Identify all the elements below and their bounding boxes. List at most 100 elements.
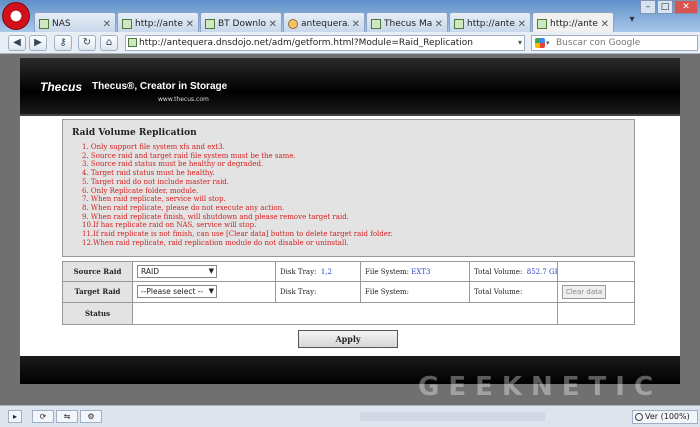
source-total-volume: Total Volume: 852.7 GB	[469, 261, 560, 282]
file-system-label: File System:	[365, 288, 409, 296]
source-raid-row: Source Raid RAID ▼ Disk Tray: 1,2 File S…	[62, 261, 635, 282]
source-raid-select[interactable]: RAID ▼	[137, 265, 217, 278]
total-volume-label: Total Volume:	[474, 288, 523, 296]
thecus-header: Thecus Thecus®, Creator in Storage www.t…	[20, 58, 680, 116]
tab-bt-download[interactable]: BT Download ✕	[200, 12, 282, 32]
reload-icon[interactable]: ↻	[78, 35, 96, 51]
rule-item: 3. Source raid status must be healthy or…	[82, 160, 264, 169]
page-icon	[205, 19, 215, 29]
torrent-icon	[288, 19, 298, 29]
status-row: Status	[62, 302, 635, 325]
browser-titlebar: NAS ✕ http://anteq... ✕ BT Download ✕ an…	[0, 0, 700, 32]
page-title: Raid Volume Replication	[72, 128, 197, 138]
target-raid-label: Target Raid	[62, 281, 133, 303]
google-icon[interactable]	[535, 38, 545, 48]
tab-antequera-active[interactable]: http://anteq... ✕	[532, 12, 614, 32]
close-tab-icon[interactable]: ✕	[352, 19, 360, 30]
rule-item: 6. Only Replicate folder, module.	[82, 186, 199, 195]
status-message	[360, 412, 545, 421]
close-tab-icon[interactable]: ✕	[518, 19, 526, 30]
close-window-icon[interactable]: ✕	[674, 0, 698, 14]
target-disk-tray: Disk Tray:	[275, 281, 361, 303]
chevron-down-icon: ▼	[208, 267, 214, 275]
rule-item: 9. When raid replicate finish, will shut…	[82, 212, 349, 221]
forward-icon[interactable]: ▶	[29, 35, 47, 51]
source-raid-cell: RAID ▼	[132, 261, 276, 282]
page-icon	[128, 38, 137, 47]
source-file-system: File System: EXT3	[360, 261, 470, 282]
page-icon	[454, 19, 464, 29]
chevron-down-icon[interactable]: ▾	[546, 36, 550, 50]
tab-nas[interactable]: NAS ✕	[34, 12, 116, 32]
address-text: http://antequera.dnsdojo.net/adm/getform…	[139, 38, 474, 48]
page-icon	[122, 19, 132, 29]
address-input[interactable]: http://antequera.dnsdojo.net/adm/getform…	[125, 35, 525, 51]
disk-tray-label: Disk Tray:	[280, 268, 317, 276]
thecus-url: www.thecus.com	[158, 96, 209, 103]
total-volume-label: Total Volume:	[474, 268, 523, 276]
rule-item: 5. Target raid do not include master rai…	[82, 177, 230, 186]
key-icon[interactable]: ⚷	[54, 35, 72, 51]
panel-toggle-icon[interactable]: ▸	[8, 410, 22, 423]
thecus-tagline: Thecus®, Creator in Storage	[92, 81, 228, 92]
tab-label: http://anteq...	[550, 19, 598, 29]
source-raid-value: RAID	[141, 267, 160, 276]
page-icon	[371, 19, 381, 29]
file-system-value: EXT3	[411, 268, 431, 276]
disk-tray-value: 1,2	[320, 268, 333, 276]
close-tab-icon[interactable]: ✕	[186, 19, 194, 30]
status-empty-cell	[557, 302, 635, 325]
close-tab-icon[interactable]: ✕	[103, 19, 111, 30]
thecus-logo: Thecus	[40, 80, 83, 94]
apply-button[interactable]: Apply	[298, 330, 398, 348]
tab-label: NAS	[52, 19, 71, 29]
unite-icon[interactable]: ⟳	[32, 410, 54, 423]
target-raid-cell: --Please select -- ▼	[132, 281, 276, 303]
search-input[interactable]: ▾ Buscar con Google	[531, 35, 698, 51]
target-file-system: File System:	[360, 281, 470, 303]
status-label: Status	[62, 302, 133, 325]
tab-label: http://anteq...	[135, 19, 183, 29]
rule-item: 4. Target raid status must be healthy.	[82, 169, 215, 178]
target-raid-select[interactable]: --Please select -- ▼	[137, 285, 217, 298]
chevron-down-icon: ▼	[208, 287, 214, 295]
close-tab-icon[interactable]: ✕	[601, 19, 609, 30]
zoom-icon	[635, 413, 643, 421]
tab-menu-icon[interactable]: ▾	[624, 14, 640, 30]
maximize-icon[interactable]: □	[657, 0, 673, 14]
clear-data-button[interactable]: Clear data	[562, 285, 606, 299]
close-tab-icon[interactable]: ✕	[435, 19, 443, 30]
web-page: Thecus Thecus®, Creator in Storage www.t…	[0, 54, 700, 404]
rule-item: 8. When raid replicate, please do not ex…	[82, 203, 285, 212]
total-volume-value: 852.7 GB	[526, 268, 560, 276]
page-icon	[537, 19, 547, 29]
rule-item: 12.When raid replicate, raid replication…	[82, 238, 349, 247]
target-raid-value: --Please select --	[141, 287, 204, 296]
rule-item: 10.If has replicate raid on NAS, service…	[82, 221, 257, 230]
tab-label: BT Download	[218, 19, 266, 29]
minimize-icon[interactable]: –	[640, 0, 656, 14]
status-value-cell	[132, 302, 558, 325]
zoom-level: Ver (100%)	[645, 412, 690, 421]
raid-table: Source Raid RAID ▼ Disk Tray: 1,2 File S…	[62, 261, 635, 325]
settings-icon[interactable]: ⚙	[80, 410, 102, 423]
source-disk-tray: Disk Tray: 1,2	[275, 261, 361, 282]
tab-strip: NAS ✕ http://anteq... ✕ BT Download ✕ an…	[34, 12, 615, 32]
tab-antequera-d[interactable]: antequera.d... ✕	[283, 12, 365, 32]
back-icon[interactable]: ◀	[8, 35, 26, 51]
home-icon[interactable]: ⌂	[100, 35, 118, 51]
tab-antequera-1[interactable]: http://anteq... ✕	[117, 12, 199, 32]
chevron-down-icon[interactable]: ▾	[518, 36, 522, 50]
zoom-control[interactable]: Ver (100%)	[632, 410, 698, 424]
clear-data-cell: Clear data	[557, 281, 635, 303]
opera-menu-icon[interactable]	[2, 2, 30, 30]
source-raid-label: Source Raid	[62, 261, 133, 282]
tab-antequera-2[interactable]: http://anteq... ✕	[449, 12, 531, 32]
close-tab-icon[interactable]: ✕	[269, 19, 277, 30]
tab-thecus-mail[interactable]: Thecus Mail ... ✕	[366, 12, 448, 32]
disk-tray-label: Disk Tray:	[280, 288, 317, 296]
page-icon	[39, 19, 49, 29]
navigation-bar: ◀ ▶ ⚷ ↻ ⌂ http://antequera.dnsdojo.net/a…	[0, 32, 700, 54]
search-placeholder: Buscar con Google	[556, 38, 641, 48]
turbo-icon[interactable]: ⇋	[56, 410, 78, 423]
